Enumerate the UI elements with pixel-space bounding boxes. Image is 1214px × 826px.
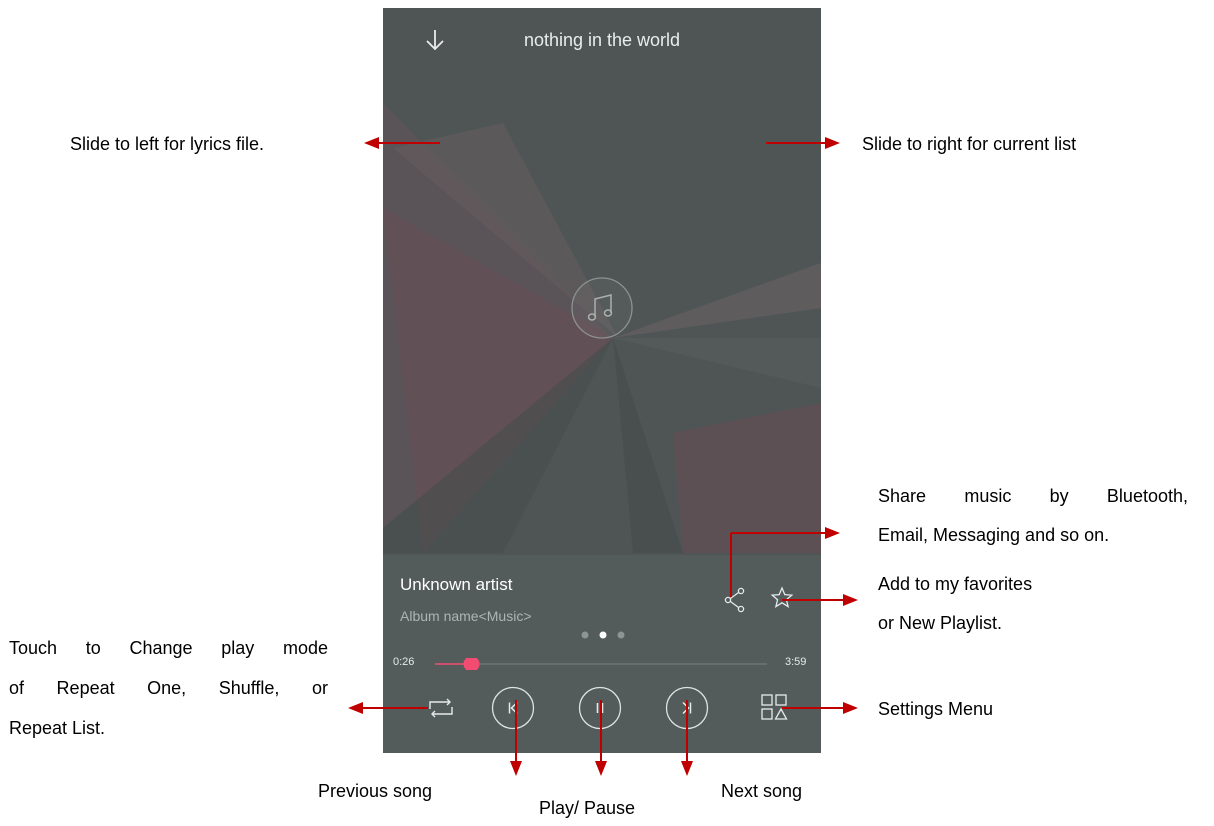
annotation-previous: Previous song	[318, 781, 433, 801]
annotation-current-list: Slide to right for current list	[862, 134, 1077, 154]
annotation-share-line2: Email, Messaging and so on.	[878, 525, 1110, 545]
annotation-play-mode-line1: Touch to Change play mode	[9, 638, 328, 658]
annotation-share-line1: Share music by Bluetooth,	[878, 486, 1188, 506]
annotation-favorites-line1: Add to my favorites	[878, 574, 1033, 594]
annotation-play-pause: Play/ Pause	[539, 798, 636, 818]
annotation-lyrics: Slide to left for lyrics file.	[70, 134, 265, 154]
annotation-play-mode-line3: Repeat List.	[9, 718, 106, 738]
annotation-next: Next song	[721, 781, 803, 801]
annotation-favorites-line2: or New Playlist.	[878, 613, 1003, 633]
annotation-settings: Settings Menu	[878, 699, 994, 719]
annotation-play-mode-line2: of Repeat One, Shuffle, or	[9, 678, 328, 698]
